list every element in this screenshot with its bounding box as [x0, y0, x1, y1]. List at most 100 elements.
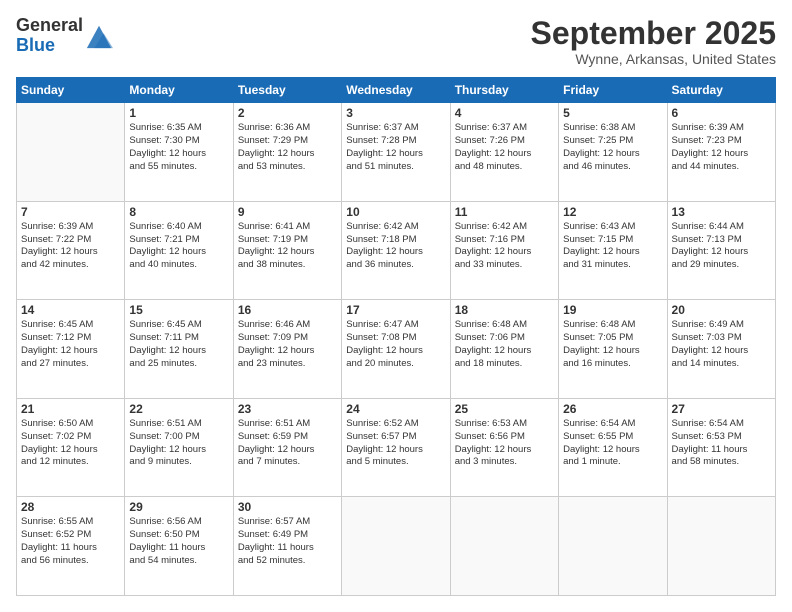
col-thursday: Thursday — [450, 78, 558, 103]
table-row: 11Sunrise: 6:42 AMSunset: 7:16 PMDayligh… — [450, 201, 558, 300]
day-number: 25 — [455, 402, 554, 416]
calendar-week-row: 14Sunrise: 6:45 AMSunset: 7:12 PMDayligh… — [17, 300, 776, 399]
day-number: 20 — [672, 303, 771, 317]
cell-text: Sunrise: 6:41 AMSunset: 7:19 PMDaylight:… — [238, 221, 337, 272]
col-tuesday: Tuesday — [233, 78, 341, 103]
table-row — [559, 497, 667, 596]
day-number: 24 — [346, 402, 445, 416]
cell-text: Sunrise: 6:36 AMSunset: 7:29 PMDaylight:… — [238, 122, 337, 173]
cell-text: Sunrise: 6:54 AMSunset: 6:55 PMDaylight:… — [563, 418, 662, 469]
cell-text: Sunrise: 6:49 AMSunset: 7:03 PMDaylight:… — [672, 319, 771, 370]
table-row: 12 Sunrise: 6:43 AMSunset: 7:15 PMDayligh… — [559, 201, 667, 300]
table-row: 16 Sunrise: 6:46 AMSunset: 7:09 PMDayligh… — [233, 300, 341, 399]
cell-text: Sunrise: 6:57 AMSunset: 6:49 PMDaylight:… — [238, 516, 337, 567]
day-number: 2 — [238, 106, 337, 120]
cell-text: Sunrise: 6:50 AMSunset: 7:02 PMDaylight:… — [21, 418, 120, 469]
table-row: 19Sunrise: 6:48 AMSunset: 7:05 PMDayligh… — [559, 300, 667, 399]
table-row: 29 Sunrise: 6:56 AMSunset: 6:50 PMDayligh… — [125, 497, 233, 596]
day-number: 27 — [672, 402, 771, 416]
day-number: 15 — [129, 303, 228, 317]
day-number: 8 — [129, 205, 228, 219]
table-row: 30 Sunrise: 6:57 AMSunset: 6:49 PMDayligh… — [233, 497, 341, 596]
day-number: 12 — [563, 205, 662, 219]
col-monday: Monday — [125, 78, 233, 103]
logo-text: General Blue — [16, 16, 83, 56]
cell-text: Sunrise: 6:51 AMSunset: 7:00 PMDaylight:… — [129, 418, 228, 469]
calendar-table: Sunday Monday Tuesday Wednesday Thursday… — [16, 77, 776, 596]
day-number: 4 — [455, 106, 554, 120]
table-row — [342, 497, 450, 596]
title-block: September 2025 Wynne, Arkansas, United S… — [531, 16, 776, 67]
table-row: 2 Sunrise: 6:36 AMSunset: 7:29 PMDaylight… — [233, 103, 341, 202]
table-row: 14Sunrise: 6:45 AMSunset: 7:12 PMDayligh… — [17, 300, 125, 399]
table-row: 13Sunrise: 6:44 AMSunset: 7:13 PMDayligh… — [667, 201, 775, 300]
col-sunday: Sunday — [17, 78, 125, 103]
table-row — [450, 497, 558, 596]
day-number: 16 — [238, 303, 337, 317]
cell-text: Sunrise: 6:42 AMSunset: 7:18 PMDaylight:… — [346, 221, 445, 272]
day-number: 28 — [21, 500, 120, 514]
cell-text: Sunrise: 6:40 AMSunset: 7:21 PMDaylight:… — [129, 221, 228, 272]
table-row — [17, 103, 125, 202]
cell-text: Sunrise: 6:52 AMSunset: 6:57 PMDaylight:… — [346, 418, 445, 469]
month-title: September 2025 — [531, 16, 776, 51]
calendar-week-row: 21 Sunrise: 6:50 AMSunset: 7:02 PMDayligh… — [17, 398, 776, 497]
cell-text: Sunrise: 6:55 AMSunset: 6:52 PMDaylight:… — [21, 516, 120, 567]
cell-text: Sunrise: 6:46 AMSunset: 7:09 PMDaylight:… — [238, 319, 337, 370]
calendar-week-row: 7Sunrise: 6:39 AMSunset: 7:22 PMDaylight… — [17, 201, 776, 300]
table-row: 28 Sunrise: 6:55 AMSunset: 6:52 PMDayligh… — [17, 497, 125, 596]
cell-text: Sunrise: 6:45 AMSunset: 7:11 PMDaylight:… — [129, 319, 228, 370]
table-row: 15 Sunrise: 6:45 AMSunset: 7:11 PMDayligh… — [125, 300, 233, 399]
logo-blue: Blue — [16, 35, 55, 55]
table-row: 23 Sunrise: 6:51 AMSunset: 6:59 PMDayligh… — [233, 398, 341, 497]
day-number: 21 — [21, 402, 120, 416]
day-number: 6 — [672, 106, 771, 120]
cell-text: Sunrise: 6:56 AMSunset: 6:50 PMDaylight:… — [129, 516, 228, 567]
cell-text: Sunrise: 6:37 AMSunset: 7:28 PMDaylight:… — [346, 122, 445, 173]
location: Wynne, Arkansas, United States — [531, 51, 776, 67]
day-number: 10 — [346, 205, 445, 219]
table-row: 8 Sunrise: 6:40 AMSunset: 7:21 PMDaylight… — [125, 201, 233, 300]
day-number: 18 — [455, 303, 554, 317]
day-number: 11 — [455, 205, 554, 219]
table-row: 25 Sunrise: 6:53 AMSunset: 6:56 PMDayligh… — [450, 398, 558, 497]
calendar-week-row: 28 Sunrise: 6:55 AMSunset: 6:52 PMDayligh… — [17, 497, 776, 596]
table-row: 27 Sunrise: 6:54 AMSunset: 6:53 PMDayligh… — [667, 398, 775, 497]
calendar-week-row: 1Sunrise: 6:35 AMSunset: 7:30 PMDaylight… — [17, 103, 776, 202]
table-row: 22 Sunrise: 6:51 AMSunset: 7:00 PMDayligh… — [125, 398, 233, 497]
cell-text: Sunrise: 6:45 AMSunset: 7:12 PMDaylight:… — [21, 319, 120, 370]
cell-text: Sunrise: 6:51 AMSunset: 6:59 PMDaylight:… — [238, 418, 337, 469]
table-row: 10 Sunrise: 6:42 AMSunset: 7:18 PMDayligh… — [342, 201, 450, 300]
table-row: 26Sunrise: 6:54 AMSunset: 6:55 PMDayligh… — [559, 398, 667, 497]
day-number: 22 — [129, 402, 228, 416]
table-row: 18Sunrise: 6:48 AMSunset: 7:06 PMDayligh… — [450, 300, 558, 399]
cell-text: Sunrise: 6:54 AMSunset: 6:53 PMDaylight:… — [672, 418, 771, 469]
header: General Blue September 2025 Wynne, Arkan… — [16, 16, 776, 67]
table-row: 9Sunrise: 6:41 AMSunset: 7:19 PMDaylight… — [233, 201, 341, 300]
col-saturday: Saturday — [667, 78, 775, 103]
cell-text: Sunrise: 6:38 AMSunset: 7:25 PMDaylight:… — [563, 122, 662, 173]
day-number: 5 — [563, 106, 662, 120]
cell-text: Sunrise: 6:37 AMSunset: 7:26 PMDaylight:… — [455, 122, 554, 173]
logo-icon — [85, 22, 113, 50]
table-row — [667, 497, 775, 596]
day-number: 1 — [129, 106, 228, 120]
col-wednesday: Wednesday — [342, 78, 450, 103]
day-number: 17 — [346, 303, 445, 317]
cell-text: Sunrise: 6:43 AMSunset: 7:15 PMDaylight:… — [563, 221, 662, 272]
page: General Blue September 2025 Wynne, Arkan… — [0, 0, 792, 612]
cell-text: Sunrise: 6:44 AMSunset: 7:13 PMDaylight:… — [672, 221, 771, 272]
table-row: 5 Sunrise: 6:38 AMSunset: 7:25 PMDaylight… — [559, 103, 667, 202]
logo: General Blue — [16, 16, 113, 56]
day-number: 30 — [238, 500, 337, 514]
table-row: 7Sunrise: 6:39 AMSunset: 7:22 PMDaylight… — [17, 201, 125, 300]
table-row: 24 Sunrise: 6:52 AMSunset: 6:57 PMDayligh… — [342, 398, 450, 497]
cell-text: Sunrise: 6:53 AMSunset: 6:56 PMDaylight:… — [455, 418, 554, 469]
cell-text: Sunrise: 6:48 AMSunset: 7:05 PMDaylight:… — [563, 319, 662, 370]
logo-general: General — [16, 15, 83, 35]
day-number: 23 — [238, 402, 337, 416]
day-number: 29 — [129, 500, 228, 514]
table-row: 21 Sunrise: 6:50 AMSunset: 7:02 PMDayligh… — [17, 398, 125, 497]
cell-text: Sunrise: 6:47 AMSunset: 7:08 PMDaylight:… — [346, 319, 445, 370]
table-row: 3Sunrise: 6:37 AMSunset: 7:28 PMDaylight… — [342, 103, 450, 202]
